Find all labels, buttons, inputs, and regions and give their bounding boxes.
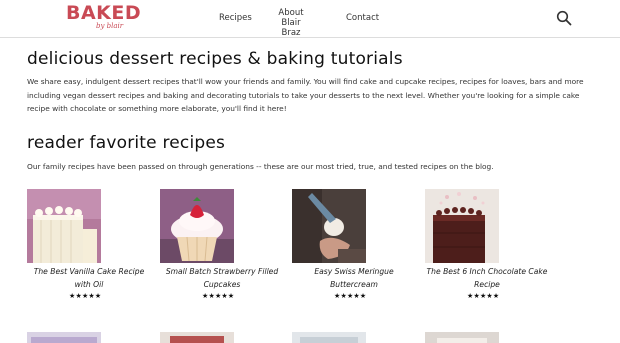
recipe-image-partial[interactable] xyxy=(292,330,366,343)
recipe-image-partial[interactable] xyxy=(425,330,499,343)
recipe-image-partial[interactable] xyxy=(27,330,101,343)
recipe-image-partial[interactable] xyxy=(160,330,234,343)
nav-about[interactable]: About Blair Braz xyxy=(271,8,311,38)
recipe-title[interactable]: The Best 6 Inch Chocolate Cake Recipe xyxy=(425,265,549,291)
rating-stars: ★★★★★ xyxy=(202,292,235,300)
recipe-title[interactable]: The Best Vanilla Cake Recipe with Oil xyxy=(27,265,151,291)
intro-text: We share easy, indulgent dessert recipes… xyxy=(27,77,584,113)
search-icon[interactable] xyxy=(556,10,572,26)
site-header: BAKED by blair Recipes About Blair Braz … xyxy=(0,0,620,38)
recipe-title[interactable]: Small Batch Strawberry Filled Cupcakes xyxy=(160,265,284,291)
recipe-image-strawberry-cupcakes[interactable] xyxy=(160,189,234,263)
logo-wordmark: BAKED xyxy=(66,2,142,24)
recipe-title[interactable]: Easy Swiss Meringue Buttercream xyxy=(292,265,416,291)
recipe-image-chocolate-cake[interactable] xyxy=(425,189,499,263)
rating-stars: ★★★★★ xyxy=(69,292,102,300)
favorites-subtext: Our family recipes have been passed on t… xyxy=(27,162,494,171)
nav-contact[interactable]: Contact xyxy=(346,13,379,23)
nav-recipes[interactable]: Recipes xyxy=(219,13,252,23)
logo-tagline: by blair xyxy=(96,22,124,30)
favorites-heading: reader favorite recipes xyxy=(27,133,226,153)
logo[interactable]: BAKED by blair xyxy=(66,3,141,35)
page-title: delicious dessert recipes & baking tutor… xyxy=(27,49,403,69)
recipe-image-vanilla-cake[interactable] xyxy=(27,189,101,263)
rating-stars: ★★★★★ xyxy=(334,292,367,300)
rating-stars: ★★★★★ xyxy=(467,292,500,300)
recipe-image-buttercream[interactable] xyxy=(292,189,366,263)
